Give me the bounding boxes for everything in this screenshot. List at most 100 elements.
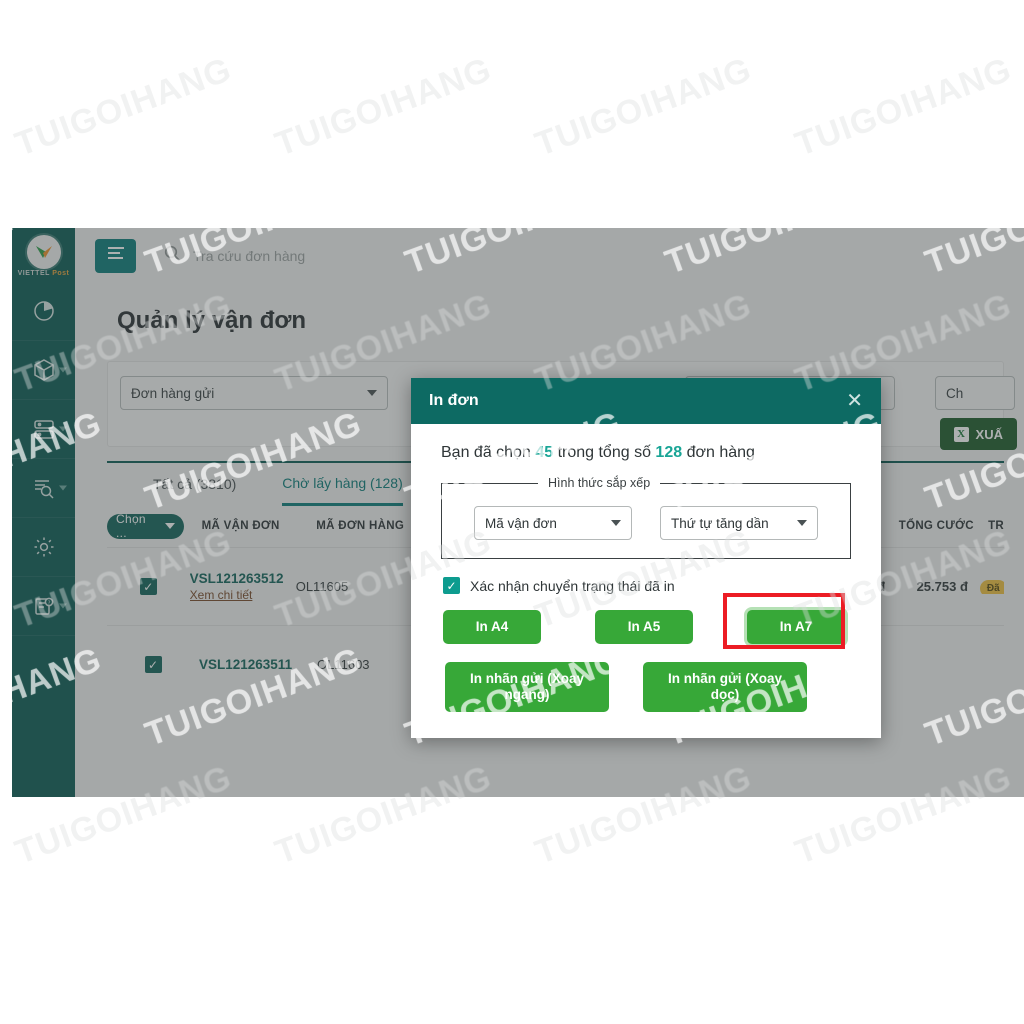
pie-chart-icon bbox=[31, 298, 57, 324]
print-a5-button[interactable]: In A5 bbox=[595, 610, 693, 644]
print-a7-button[interactable]: In A7 bbox=[747, 610, 845, 644]
sort-field-value: Mã vận đơn bbox=[485, 515, 557, 531]
print-size-buttons: In A4 In A5 In A7 bbox=[443, 593, 851, 649]
server-icon bbox=[31, 416, 57, 442]
print-label-landscape-label: In nhãn gửi (Xoay ngang) bbox=[469, 671, 585, 702]
row-checkbox[interactable]: ✓ bbox=[139, 578, 157, 595]
tab-tat-ca[interactable]: Tất cả (3810) bbox=[153, 462, 236, 506]
print-label-landscape-button[interactable]: In nhãn gửi (Xoay ngang) bbox=[445, 662, 609, 712]
selection-summary: Bạn đã chọn 45 trong tổng số 128 đơn hàn… bbox=[441, 444, 851, 462]
page-title: Quản lý vận đơn bbox=[117, 307, 307, 334]
selected-count: 45 bbox=[535, 444, 554, 461]
export-label: XUẤ bbox=[975, 426, 1003, 442]
waybill-code[interactable]: VSL121263511 bbox=[199, 657, 292, 672]
print-order-dialog: In đơn ✕ Bạn đã chọn 45 trong tổng số 12… bbox=[411, 378, 881, 738]
sort-field-select[interactable]: Mã vận đơn bbox=[474, 506, 632, 540]
chevron-down-icon bbox=[59, 485, 67, 491]
export-excel-button[interactable]: X XUẤ bbox=[939, 418, 1017, 450]
close-icon[interactable]: ✕ bbox=[846, 391, 863, 411]
order-type-value: Đơn hàng gửi bbox=[131, 385, 215, 401]
logo-name: VIETTEL bbox=[17, 269, 50, 277]
bulk-select-dropdown[interactable]: Chọn ... bbox=[107, 512, 184, 540]
print-label-portrait-label: In nhãn gửi (Xoay dọc) bbox=[667, 671, 783, 702]
sort-fieldset: Hình thức sắp xếp Mã vận đơn Thứ tự tăng… bbox=[441, 476, 851, 559]
menu-toggle-button[interactable] bbox=[95, 238, 136, 273]
topbar: Tra cứu đơn hàng bbox=[75, 228, 1024, 283]
print-a7-label: In A7 bbox=[779, 619, 813, 634]
search-icon bbox=[164, 245, 181, 267]
print-label-buttons: In nhãn gửi (Xoay ngang) In nhãn gửi (Xo… bbox=[443, 662, 851, 712]
waybill-code[interactable]: VSL121263512 bbox=[190, 571, 284, 586]
sort-legend: Hình thức sắp xếp bbox=[548, 476, 651, 490]
screenshot-canvas: VIETTEL Post ? Tra cứu đơn hàng Quản lý … bbox=[0, 0, 1024, 1024]
logo-sub: Post bbox=[52, 269, 70, 277]
confirm-status-label: Xác nhận chuyển trạng thái đã in bbox=[470, 577, 675, 594]
sidebar: VIETTEL Post ? bbox=[12, 228, 75, 797]
sidebar-item-cai-dat[interactable] bbox=[12, 518, 75, 577]
watermark-text: TUIGOIHANG bbox=[660, 0, 887, 47]
chevron-down-icon bbox=[59, 426, 67, 432]
svg-text:?: ? bbox=[47, 600, 50, 606]
print-a4-button[interactable]: In A4 bbox=[443, 610, 541, 644]
sort-order-select[interactable]: Thứ tự tăng dần bbox=[660, 506, 818, 540]
selection-suffix: đơn hàng bbox=[686, 444, 755, 461]
filter-right-value: Ch bbox=[946, 385, 964, 401]
sidebar-item-don-hang[interactable] bbox=[12, 341, 75, 400]
search-input[interactable]: Tra cứu đơn hàng bbox=[154, 237, 874, 274]
status-badge-wrap: Đã bbox=[979, 579, 1004, 594]
sidebar-item-thong-ke[interactable] bbox=[12, 282, 75, 341]
view-detail-link[interactable]: Xem chi tiết bbox=[190, 588, 296, 602]
chevron-down-icon bbox=[59, 603, 67, 609]
chevron-down-icon bbox=[367, 390, 377, 396]
total-count: 128 bbox=[655, 444, 683, 461]
order-type-select[interactable]: Đơn hàng gửi bbox=[120, 376, 388, 410]
search-list-icon bbox=[31, 475, 57, 501]
watermark-text: TUIGOIHANG bbox=[790, 50, 1017, 164]
app-logo[interactable]: VIETTEL Post bbox=[12, 228, 75, 282]
watermark-text: TUIGOIHANG bbox=[270, 50, 497, 164]
order-code: OL11605 bbox=[295, 579, 349, 594]
tab-cho-lay-hang[interactable]: Chờ lấy hàng (128) bbox=[282, 462, 403, 506]
viettel-logo-icon bbox=[26, 234, 61, 269]
watermark-text: TUIGOIHANG bbox=[920, 0, 1024, 47]
app-window: VIETTEL Post ? Tra cứu đơn hàng Quản lý … bbox=[12, 228, 1024, 797]
selection-prefix: Bạn đã chọn bbox=[441, 444, 531, 461]
hamburger-icon bbox=[107, 246, 125, 265]
sidebar-item-tra-cuu[interactable] bbox=[12, 459, 75, 518]
excel-icon: X bbox=[953, 426, 969, 442]
filter-right-select[interactable]: Ch bbox=[935, 376, 1015, 410]
watermark-text: TUIGOIHANG bbox=[0, 0, 107, 47]
dialog-header: In đơn ✕ bbox=[411, 378, 881, 424]
print-label-portrait-button[interactable]: In nhãn gửi (Xoay dọc) bbox=[643, 662, 807, 712]
dialog-title: In đơn bbox=[429, 392, 479, 409]
watermark-text: TUIGOIHANG bbox=[140, 0, 367, 47]
watermark-text: TUIGOIHANG bbox=[0, 876, 107, 990]
row-checkbox[interactable]: ✓ bbox=[144, 656, 162, 673]
print-a7-highlight-wrap: In A7 bbox=[723, 593, 845, 649]
sort-order-value: Thứ tự tăng dần bbox=[671, 515, 769, 531]
chevron-down-icon bbox=[611, 520, 621, 526]
watermark-text: TUIGOIHANG bbox=[400, 876, 627, 990]
watermark-text: TUIGOIHANG bbox=[140, 876, 367, 990]
col-ma-van-don: MÃ VẬN ĐƠN bbox=[201, 520, 280, 532]
col-tong-cuoc: TỔNG CƯỚC bbox=[898, 520, 974, 532]
confirm-status-checkbox[interactable]: ✓ bbox=[443, 577, 460, 594]
chevron-down-icon bbox=[59, 367, 67, 373]
print-a4-label: In A4 bbox=[475, 619, 509, 634]
watermark-text: TUIGOIHANG bbox=[530, 50, 757, 164]
confirm-status-row[interactable]: ✓ Xác nhận chuyển trạng thái đã in bbox=[443, 577, 851, 594]
dialog-body: Bạn đã chọn 45 trong tổng số 128 đơn hàn… bbox=[411, 424, 881, 738]
sort-controls: Mã vận đơn Thứ tự tăng dần bbox=[442, 506, 850, 540]
sidebar-item-ho-tro[interactable]: ? bbox=[12, 577, 75, 636]
watermark-text: TUIGOIHANG bbox=[400, 0, 627, 47]
chevron-down-icon bbox=[797, 520, 807, 526]
logo-wordmark: VIETTEL Post bbox=[18, 270, 70, 278]
status-badge: Đã bbox=[979, 580, 1004, 594]
print-a5-label: In A5 bbox=[627, 619, 661, 634]
watermark-text: TUIGOIHANG bbox=[10, 50, 237, 164]
chevron-down-icon bbox=[164, 523, 175, 529]
sidebar-item-kho-hang[interactable] bbox=[12, 400, 75, 459]
total-fee: 25.753 đ bbox=[916, 579, 968, 594]
watermark-text: TUIGOIHANG bbox=[920, 876, 1024, 990]
search-placeholder: Tra cứu đơn hàng bbox=[193, 247, 306, 264]
